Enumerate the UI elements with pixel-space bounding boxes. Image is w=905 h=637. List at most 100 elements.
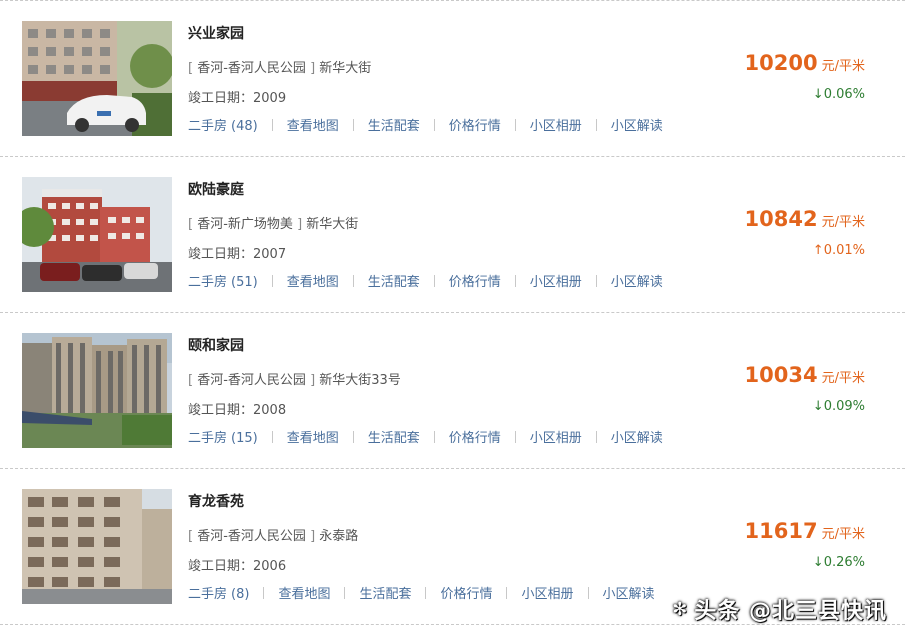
divider bbox=[271, 274, 273, 287]
album-link[interactable]: 小区相册 bbox=[521, 583, 573, 602]
divider bbox=[595, 118, 597, 131]
completion-year: 2009 bbox=[253, 91, 287, 106]
price-unit: 元/平米 bbox=[821, 215, 865, 230]
view-map-link[interactable]: 查看地图 bbox=[278, 583, 330, 602]
amenities-link[interactable]: 生活配套 bbox=[359, 583, 411, 602]
price-change: ↓0.06% bbox=[812, 87, 865, 102]
bracket-close: ] bbox=[310, 373, 316, 388]
review-link[interactable]: 小区解读 bbox=[611, 271, 663, 290]
street: 永泰路 bbox=[319, 529, 359, 544]
album-link[interactable]: 小区相册 bbox=[530, 427, 582, 446]
price-value: 10034 bbox=[744, 363, 818, 387]
watermark-text: 头条 @北三县快讯 bbox=[694, 599, 887, 624]
divider bbox=[514, 118, 516, 131]
price-trend-link[interactable]: 价格行情 bbox=[449, 427, 501, 446]
price: 10842 元/平米 bbox=[745, 207, 865, 231]
price-value: 10842 bbox=[744, 207, 818, 231]
community-name[interactable]: 兴业家园 bbox=[188, 23, 244, 43]
secondhand-count: (8) bbox=[231, 587, 250, 602]
list-item: 欧陆豪庭 [ 香河-新广场物美 ] 新华大街 竣工日期：2007 二手房 (51)… bbox=[0, 157, 905, 312]
community-photo[interactable] bbox=[22, 489, 172, 604]
bracket-open: [ bbox=[188, 373, 194, 388]
secondhand-link[interactable]: 二手房 (48) bbox=[188, 115, 258, 134]
view-map-link[interactable]: 查看地图 bbox=[287, 427, 339, 446]
community-list: 兴业家园 [ 香河-香河人民公园 ] 新华大街 竣工日期：2009 二手房 (48… bbox=[0, 0, 905, 625]
community-name[interactable]: 颐和家园 bbox=[188, 335, 244, 355]
divider bbox=[433, 274, 435, 287]
community-name[interactable]: 欧陆豪庭 bbox=[188, 179, 244, 199]
divider bbox=[425, 586, 427, 599]
price-unit: 元/平米 bbox=[821, 59, 865, 74]
completion-date-label: 竣工日期： bbox=[188, 559, 254, 574]
review-link[interactable]: 小区解读 bbox=[603, 583, 655, 602]
bracket-open: [ bbox=[188, 529, 194, 544]
action-links: 二手房 (51) 查看地图 生活配套 价格行情 小区相册 小区解读 bbox=[188, 271, 663, 290]
district-link[interactable]: 香河-新广场物美 bbox=[197, 217, 293, 232]
community-address: [ 香河-香河人民公园 ] 新华大街33号 bbox=[188, 369, 401, 388]
price: 10200 元/平米 bbox=[745, 51, 865, 75]
divider bbox=[271, 118, 273, 131]
community-name[interactable]: 育龙香苑 bbox=[188, 491, 244, 511]
community-address: [ 香河-香河人民公园 ] 永泰路 bbox=[188, 525, 358, 544]
price-value: 10200 bbox=[744, 51, 818, 75]
price-trend-link[interactable]: 价格行情 bbox=[449, 115, 501, 134]
price-unit: 元/平米 bbox=[821, 371, 865, 386]
district-link[interactable]: 香河-香河人民公园 bbox=[197, 373, 306, 388]
divider bbox=[352, 430, 354, 443]
price: 10034 元/平米 bbox=[745, 363, 865, 387]
review-link[interactable]: 小区解读 bbox=[611, 427, 663, 446]
bracket-close: ] bbox=[310, 529, 316, 544]
completion-date: 竣工日期：2009 bbox=[188, 87, 286, 106]
price-value: 11617 bbox=[744, 519, 818, 543]
divider bbox=[514, 274, 516, 287]
price-trend-link[interactable]: 价格行情 bbox=[449, 271, 501, 290]
divider bbox=[514, 430, 516, 443]
paw-icon: ✻ bbox=[672, 598, 689, 620]
divider bbox=[263, 586, 265, 599]
secondhand-link[interactable]: 二手房 (15) bbox=[188, 427, 258, 446]
action-links: 二手房 (48) 查看地图 生活配套 价格行情 小区相册 小区解读 bbox=[188, 115, 663, 134]
community-photo[interactable] bbox=[22, 333, 172, 448]
street: 新华大街33号 bbox=[319, 373, 401, 388]
completion-date: 竣工日期：2006 bbox=[188, 555, 286, 574]
secondhand-label: 二手房 bbox=[188, 431, 228, 446]
price: 11617 元/平米 bbox=[745, 519, 865, 543]
completion-year: 2006 bbox=[253, 559, 287, 574]
bracket-open: [ bbox=[188, 217, 194, 232]
watermark: ✻ 头条 @北三县快讯 bbox=[672, 593, 887, 625]
district-link[interactable]: 香河-香河人民公园 bbox=[197, 61, 306, 76]
community-photo[interactable] bbox=[22, 177, 172, 292]
amenities-link[interactable]: 生活配套 bbox=[368, 271, 420, 290]
review-link[interactable]: 小区解读 bbox=[611, 115, 663, 134]
view-map-link[interactable]: 查看地图 bbox=[287, 271, 339, 290]
amenities-link[interactable]: 生活配套 bbox=[368, 427, 420, 446]
community-address: [ 香河-香河人民公园 ] 新华大街 bbox=[188, 57, 371, 76]
price-change: ↑0.01% bbox=[812, 243, 865, 258]
secondhand-link[interactable]: 二手房 (8) bbox=[188, 583, 249, 602]
divider bbox=[506, 586, 508, 599]
district-link[interactable]: 香河-香河人民公园 bbox=[197, 529, 306, 544]
divider bbox=[352, 118, 354, 131]
action-links: 二手房 (15) 查看地图 生活配套 价格行情 小区相册 小区解读 bbox=[188, 427, 663, 446]
completion-year: 2007 bbox=[253, 247, 287, 262]
completion-date: 竣工日期：2008 bbox=[188, 399, 286, 418]
secondhand-count: (15) bbox=[231, 431, 258, 446]
secondhand-link[interactable]: 二手房 (51) bbox=[188, 271, 258, 290]
divider bbox=[433, 118, 435, 131]
divider bbox=[595, 274, 597, 287]
completion-date-label: 竣工日期： bbox=[188, 247, 254, 262]
community-address: [ 香河-新广场物美 ] 新华大街 bbox=[188, 213, 358, 232]
secondhand-count: (48) bbox=[231, 119, 258, 134]
price-unit: 元/平米 bbox=[821, 527, 865, 542]
street: 新华大街 bbox=[319, 61, 372, 76]
album-link[interactable]: 小区相册 bbox=[530, 271, 582, 290]
amenities-link[interactable]: 生活配套 bbox=[368, 115, 420, 134]
divider bbox=[344, 586, 346, 599]
street: 新华大街 bbox=[306, 217, 359, 232]
divider bbox=[352, 274, 354, 287]
community-photo[interactable] bbox=[22, 21, 172, 136]
album-link[interactable]: 小区相册 bbox=[530, 115, 582, 134]
price-trend-link[interactable]: 价格行情 bbox=[440, 583, 492, 602]
secondhand-label: 二手房 bbox=[188, 587, 228, 602]
view-map-link[interactable]: 查看地图 bbox=[287, 115, 339, 134]
